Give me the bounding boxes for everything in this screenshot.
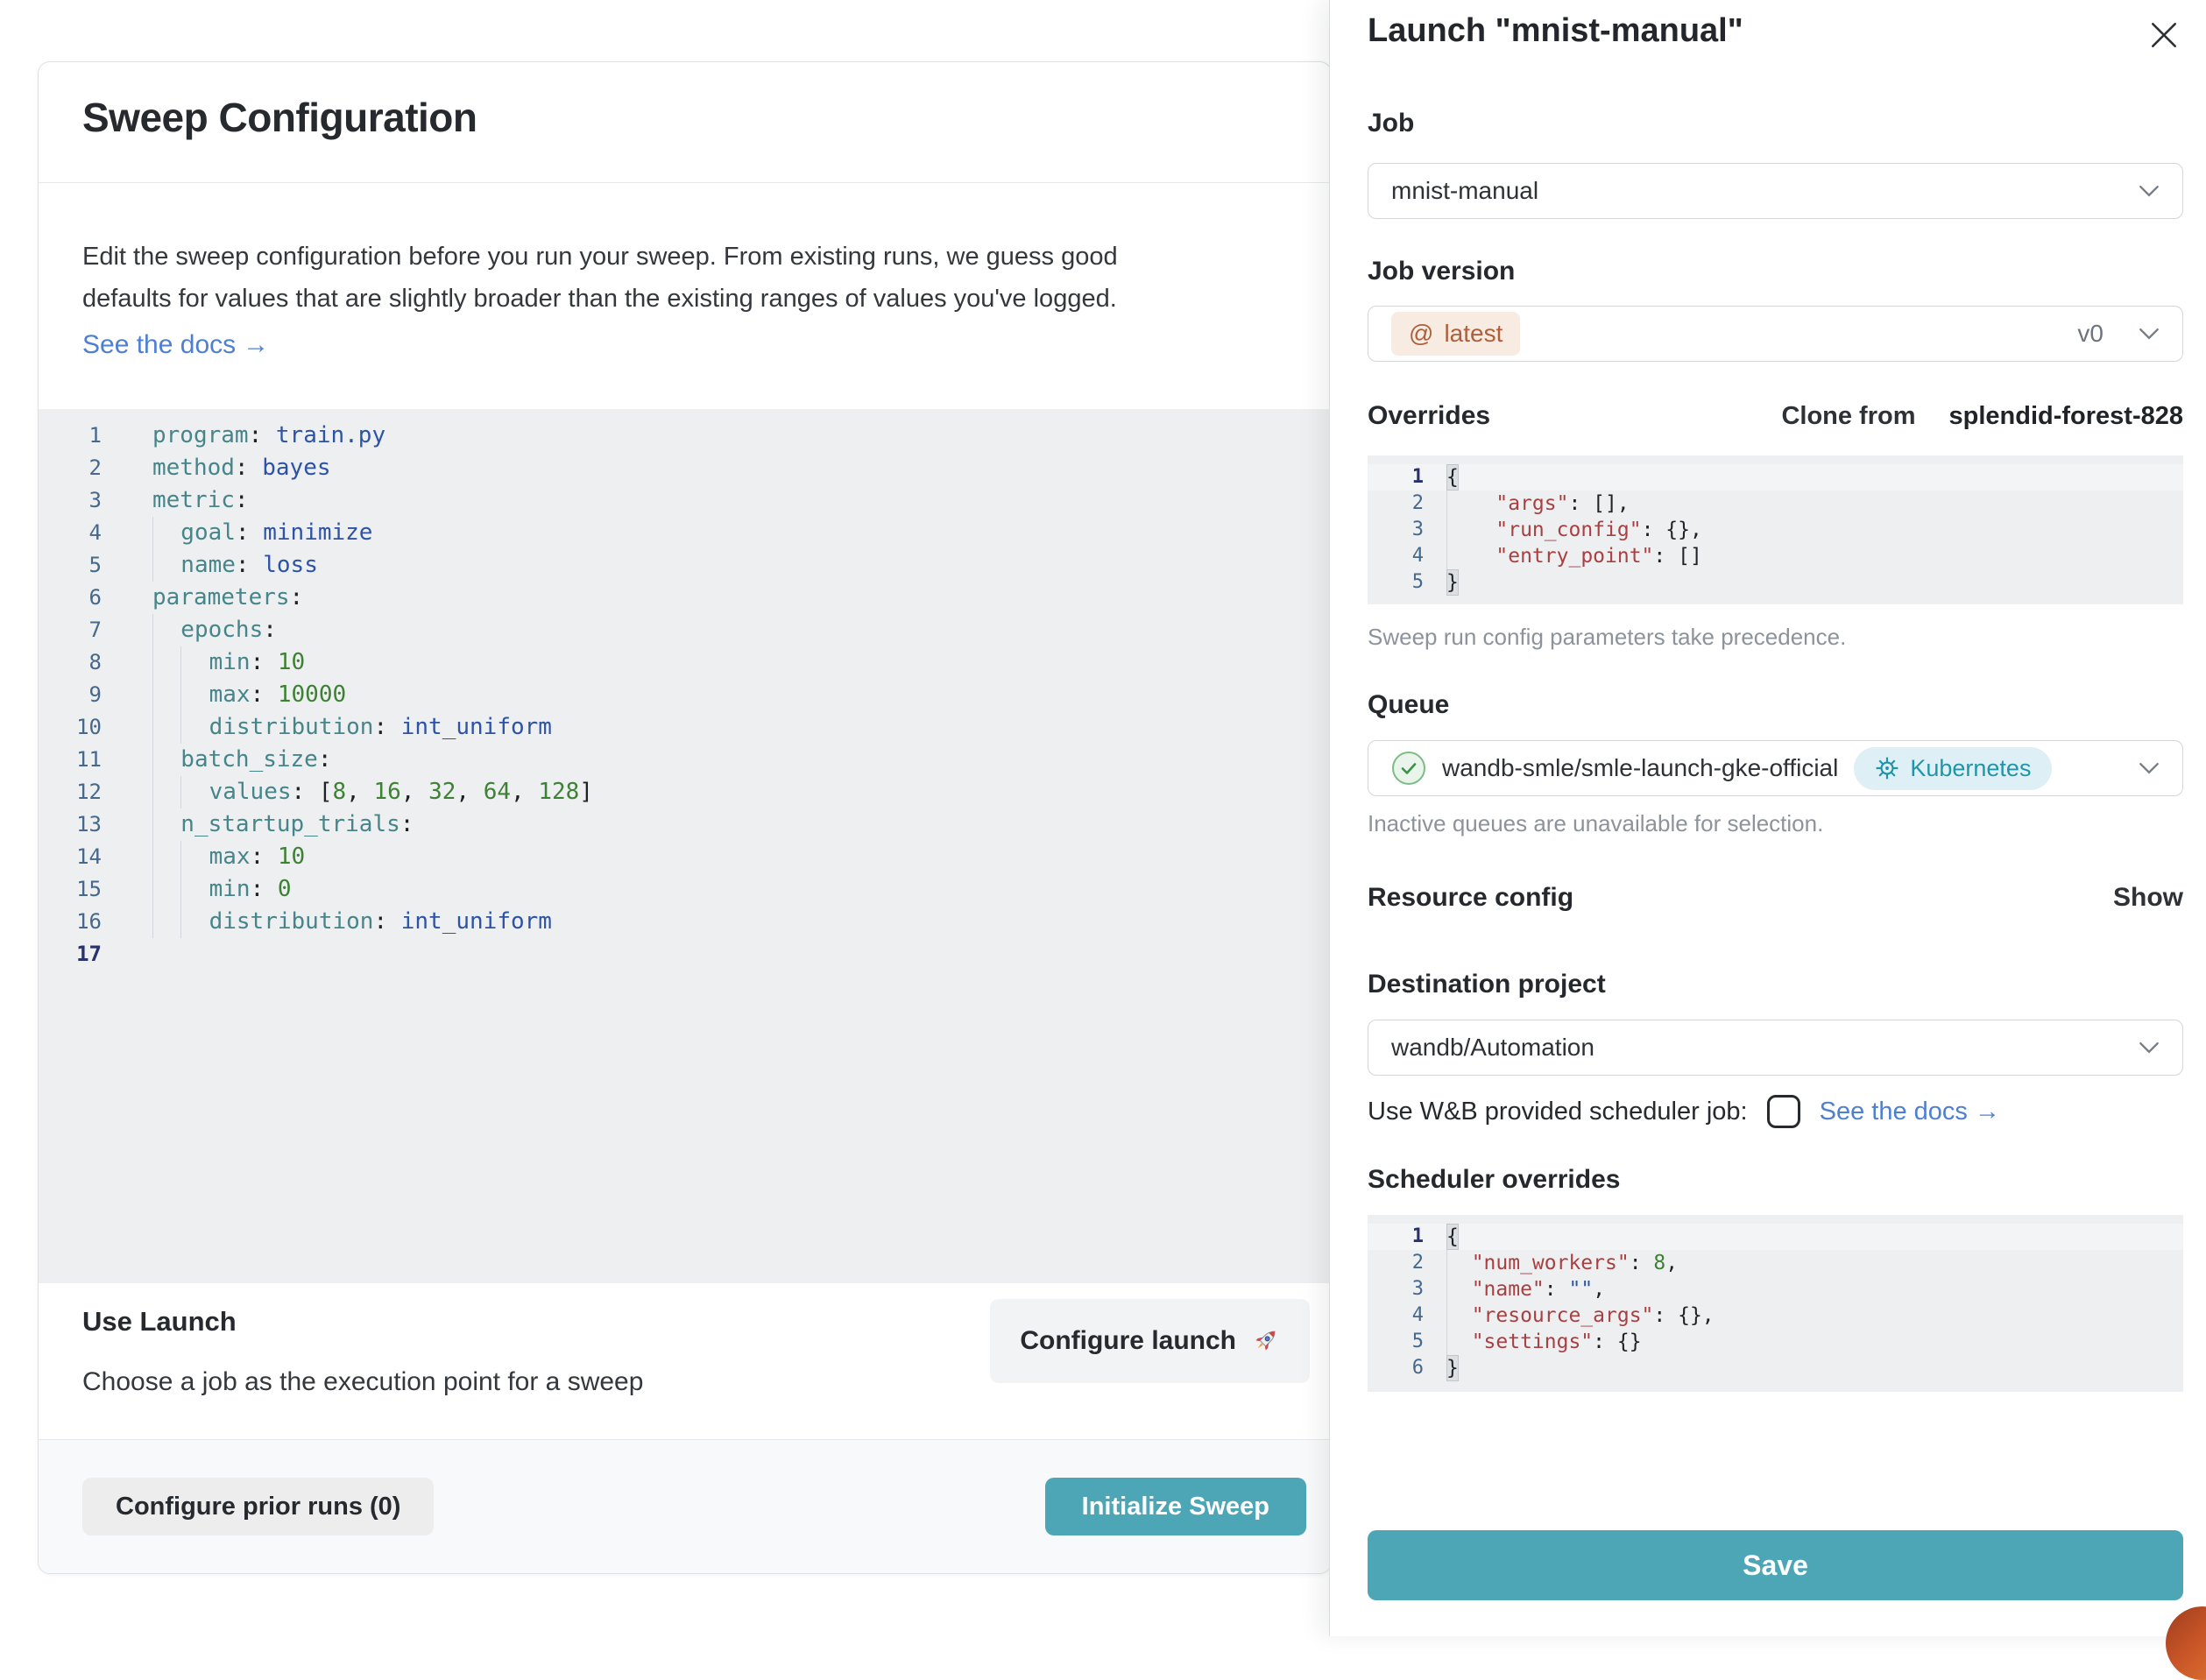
configure-prior-runs-button[interactable]: Configure prior runs (0) <box>82 1478 434 1535</box>
job-version-select[interactable]: @ latest v0 <box>1368 306 2183 362</box>
initialize-sweep-button[interactable]: Initialize Sweep <box>1045 1478 1306 1535</box>
close-button[interactable] <box>2143 14 2185 56</box>
code-line: 7epochs: <box>39 614 1331 646</box>
arrow-right-icon: → <box>1975 1098 2000 1126</box>
scheduler-job-checkbox[interactable] <box>1767 1095 1800 1128</box>
sweep-description: Edit the sweep configuration before you … <box>82 236 1118 320</box>
sweep-config-editor[interactable]: 1program: train.py2method: bayes3metric:… <box>39 409 1331 1283</box>
scheduler-overrides-label: Scheduler overrides <box>1368 1165 1620 1195</box>
code-line: 8min: 10 <box>39 646 1331 679</box>
destination-project-select[interactable]: wandb/Automation <box>1368 1020 2183 1076</box>
code-line: 6parameters: <box>39 582 1331 614</box>
drawer-title: Launch "mnist-manual" <box>1368 12 1743 50</box>
job-value: mnist-manual <box>1391 177 1538 205</box>
code-line: 2 "args": [], <box>1368 491 2183 517</box>
code-line: 3"name": "", <box>1368 1276 2183 1302</box>
code-line: 11batch_size: <box>39 744 1331 776</box>
job-label: Job <box>1368 109 1414 138</box>
clone-from-label: Clone from <box>1781 402 1915 431</box>
code-line: 10distribution: int_uniform <box>39 711 1331 744</box>
helm-wheel-icon <box>1875 756 1899 780</box>
code-line: 1{ <box>1368 1224 2183 1250</box>
scheduler-job-label: Use W&B provided scheduler job: <box>1368 1098 1748 1126</box>
scheduler-overrides-editor[interactable]: 1{2"num_workers": 8,3"name": "",4"resour… <box>1368 1215 2183 1392</box>
card-header: Sweep Configuration <box>39 62 1331 183</box>
code-line: 5"settings": {} <box>1368 1329 2183 1355</box>
overrides-editor[interactable]: 1{2 "args": [],3 "run_config": {},4 "ent… <box>1368 455 2183 604</box>
link-label: See the docs <box>1820 1098 1968 1126</box>
save-button[interactable]: Save <box>1368 1530 2183 1600</box>
code-line: 2"num_workers": 8, <box>1368 1250 2183 1276</box>
chevron-down-icon <box>2139 185 2160 197</box>
queue-caption: Inactive queues are unavailable for sele… <box>1368 810 1823 837</box>
description-line: Edit the sweep configuration before you … <box>82 236 1118 278</box>
resource-config-label: Resource config <box>1368 883 1573 913</box>
version-value: v0 <box>2077 320 2103 348</box>
card-footer: Configure prior runs (0) Initialize Swee… <box>39 1439 1331 1573</box>
clone-from-group: Clone from splendid-forest-828 <box>1781 402 2183 431</box>
code-line: 14max: 10 <box>39 841 1331 873</box>
code-line: 17 <box>39 938 1331 971</box>
rocket-icon <box>1250 1326 1280 1356</box>
code-line: 5name: loss <box>39 549 1331 582</box>
code-line: 1{ <box>1368 464 2183 491</box>
overrides-header-row: Overrides Clone from splendid-forest-828 <box>1368 401 2183 431</box>
queue-label: Queue <box>1368 690 1449 720</box>
chevron-down-icon <box>2139 1041 2160 1054</box>
queue-value: wandb-smle/smle-launch-gke-official <box>1442 754 1838 782</box>
overrides-label: Overrides <box>1368 401 1490 431</box>
job-select[interactable]: mnist-manual <box>1368 163 2183 219</box>
code-line: 3metric: <box>39 484 1331 517</box>
clone-from-run-name[interactable]: splendid-forest-828 <box>1949 402 2184 431</box>
chevron-down-icon <box>2139 762 2160 774</box>
code-line: 9max: 10000 <box>39 679 1331 711</box>
resource-config-show-toggle[interactable]: Show <box>2113 883 2183 913</box>
code-line: 4goal: minimize <box>39 517 1331 549</box>
code-line: 4 "entry_point": [] <box>1368 543 2183 569</box>
configure-launch-label: Configure launch <box>1020 1326 1236 1356</box>
description-line: defaults for values that are slightly br… <box>82 278 1118 320</box>
destination-project-label: Destination project <box>1368 970 1606 999</box>
overrides-caption: Sweep run config parameters take precede… <box>1368 624 1846 651</box>
use-launch-heading: Use Launch <box>82 1306 237 1338</box>
close-icon <box>2148 19 2180 51</box>
see-the-docs-link[interactable]: See the docs→ <box>82 330 269 360</box>
code-line: 3 "run_config": {}, <box>1368 517 2183 543</box>
code-line: 16distribution: int_uniform <box>39 906 1331 938</box>
destination-project-value: wandb/Automation <box>1391 1034 1594 1062</box>
at-icon: @ <box>1409 320 1433 348</box>
scheduler-see-the-docs-link[interactable]: See the docs→ <box>1820 1098 2000 1126</box>
kubernetes-badge-label: Kubernetes <box>1910 755 2031 782</box>
code-line: 2method: bayes <box>39 452 1331 484</box>
use-launch-description: Choose a job as the execution point for … <box>82 1367 643 1397</box>
page-title: Sweep Configuration <box>82 94 477 141</box>
code-line: 5} <box>1368 569 2183 596</box>
configure-launch-button[interactable]: Configure launch <box>990 1299 1310 1383</box>
job-version-label: Job version <box>1368 257 1515 286</box>
sweep-configuration-card: Sweep Configuration Edit the sweep confi… <box>38 61 1332 1574</box>
code-line: 6} <box>1368 1355 2183 1381</box>
latest-badge: @ latest <box>1391 312 1520 356</box>
queue-select[interactable]: wandb-smle/smle-launch-gke-official Kube… <box>1368 740 2183 796</box>
launch-drawer: Launch "mnist-manual" Job mnist-manual J… <box>1329 0 2206 1636</box>
link-label: See the docs <box>82 330 236 359</box>
code-line: 15min: 0 <box>39 873 1331 906</box>
code-line: 1program: train.py <box>39 420 1331 452</box>
resource-config-row: Resource config Show <box>1368 883 2183 913</box>
code-line: 12values: [8, 16, 32, 64, 128] <box>39 776 1331 808</box>
latest-badge-label: latest <box>1444 320 1502 348</box>
code-line: 4"resource_args": {}, <box>1368 1302 2183 1329</box>
code-line: 13n_startup_trials: <box>39 808 1331 841</box>
scheduler-job-row: Use W&B provided scheduler job: See the … <box>1368 1095 2183 1128</box>
arrow-right-icon: → <box>243 330 269 359</box>
queue-active-check-icon <box>1391 751 1426 786</box>
chevron-down-icon <box>2139 328 2160 340</box>
kubernetes-badge: Kubernetes <box>1854 747 2052 790</box>
